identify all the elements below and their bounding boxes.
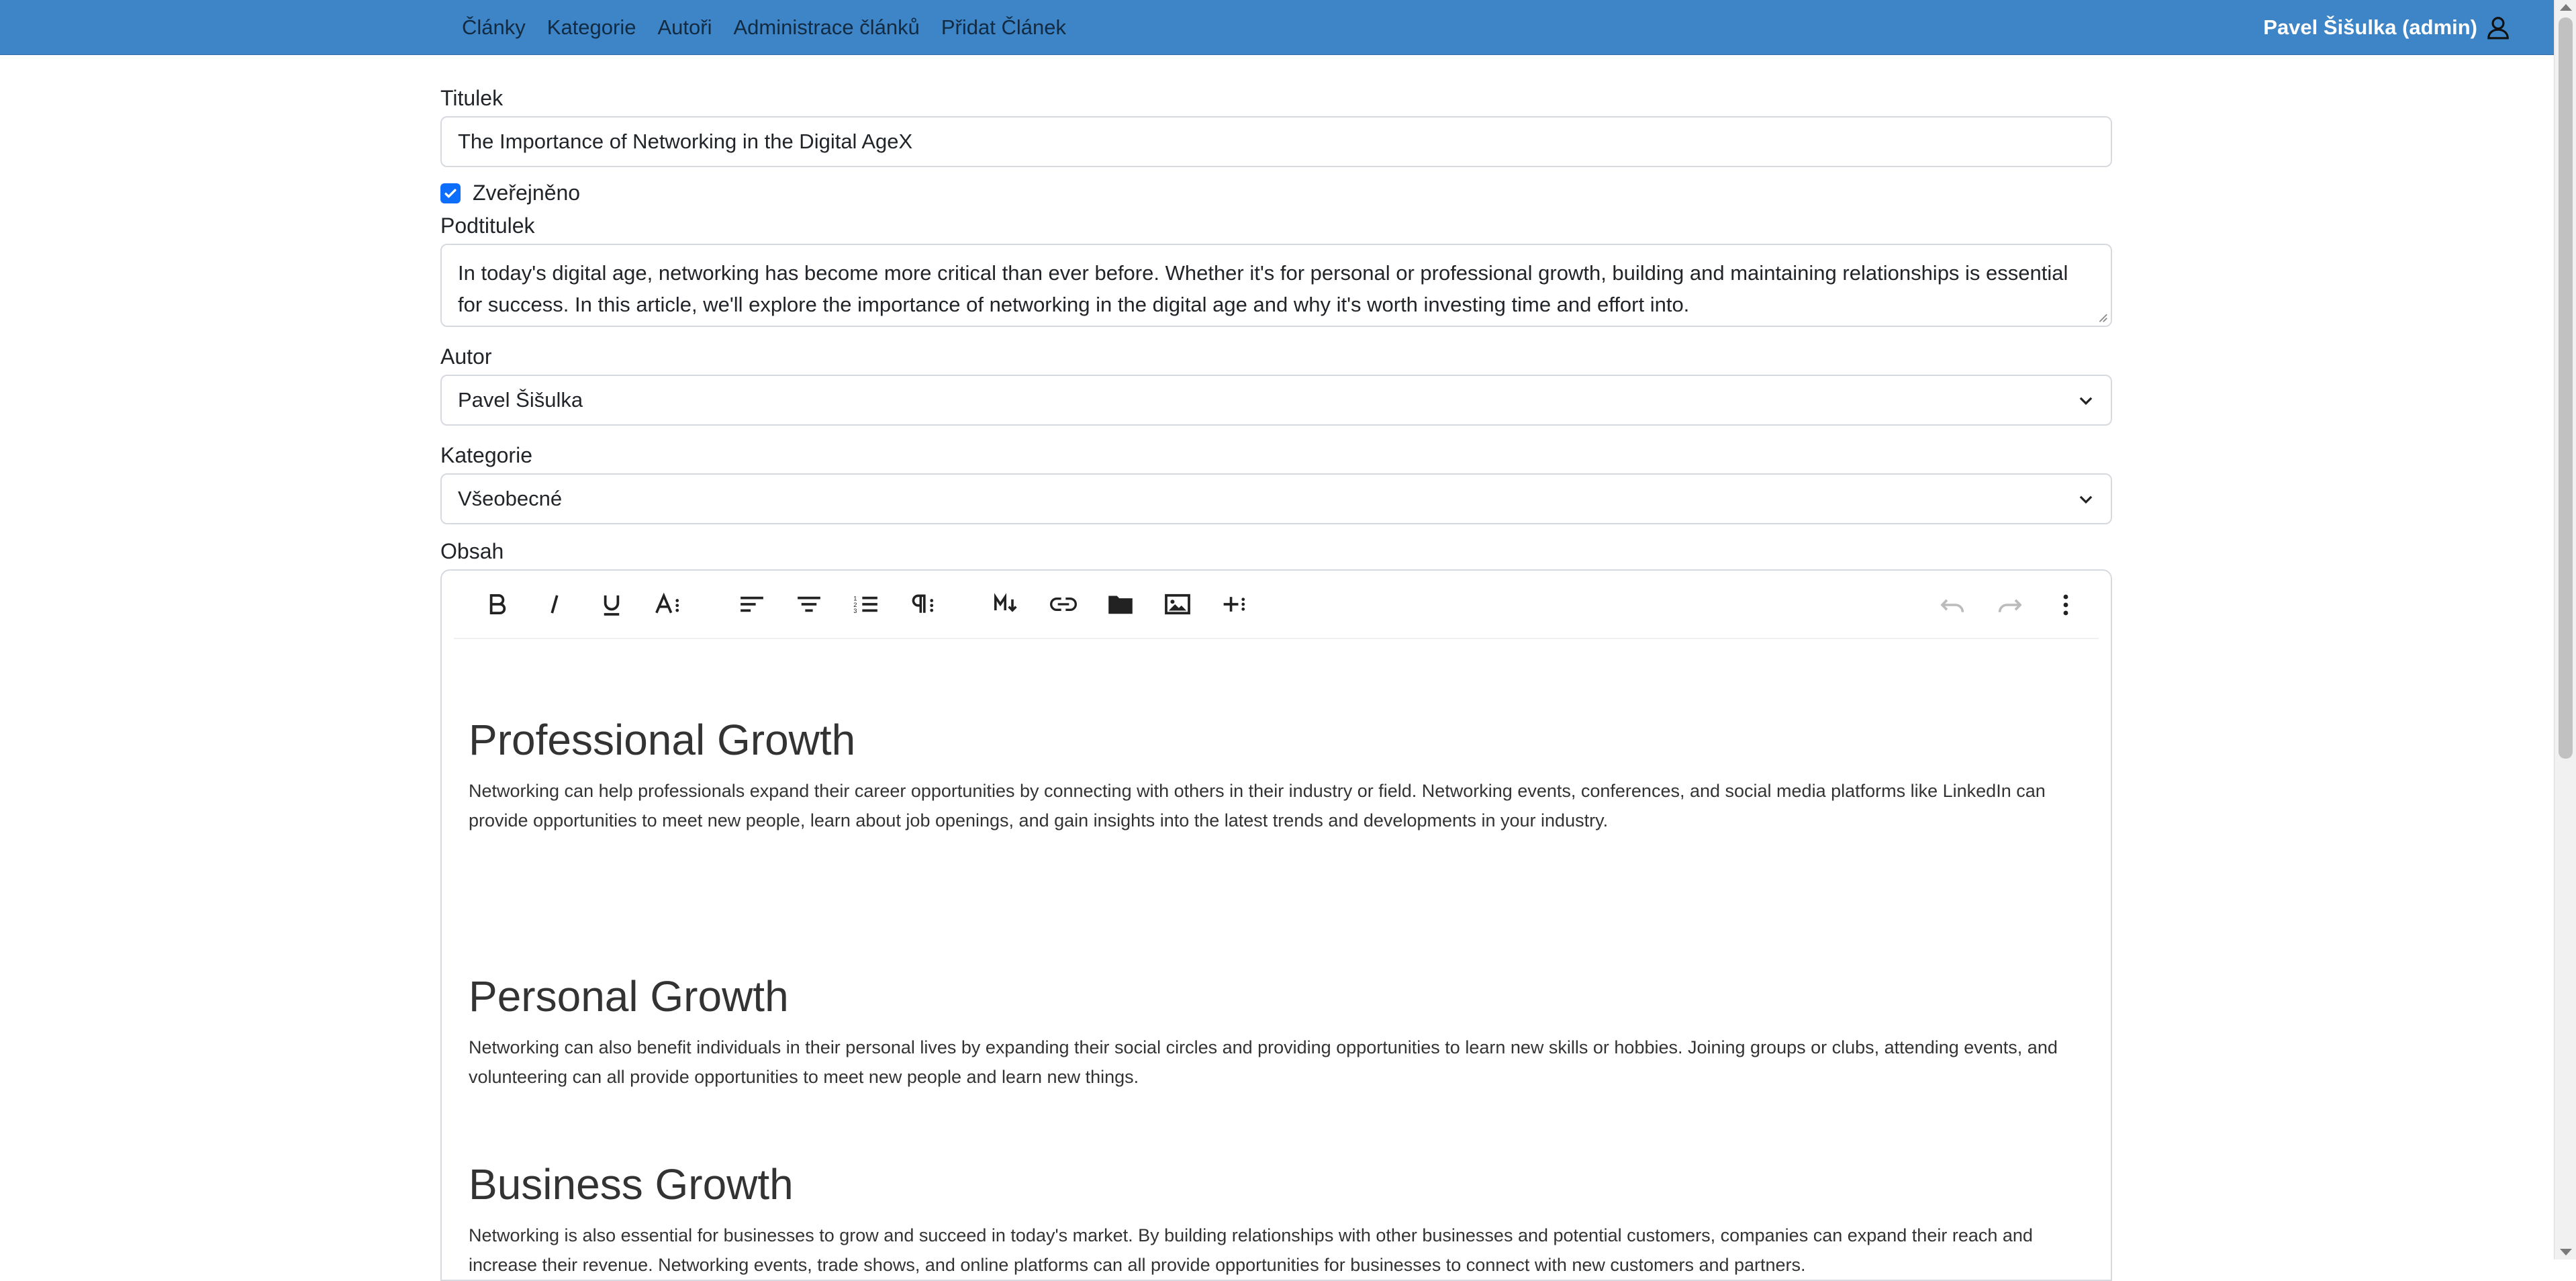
nav-link-article-admin[interactable]: Administrace článků (733, 15, 919, 40)
chevron-down-icon (2079, 495, 2093, 504)
chevron-down-icon (2079, 397, 2093, 406)
page-scrollbar[interactable] (2554, 0, 2576, 1260)
nav-link-categories[interactable]: Kategorie (547, 15, 636, 40)
italic-icon[interactable] (536, 586, 573, 622)
user-icon (2487, 16, 2509, 39)
category-select[interactable]: Všeobecné (440, 473, 2112, 524)
undo-icon[interactable] (1935, 587, 1971, 623)
nav-link-add-article[interactable]: Přidat Článek (941, 15, 1066, 40)
category-select-value: Všeobecné (458, 487, 563, 510)
align-center-icon[interactable] (791, 586, 827, 622)
scroll-down-icon[interactable] (2560, 1249, 2572, 1255)
content-label: Obsah (440, 539, 504, 563)
paragraph-icon[interactable] (905, 586, 941, 622)
author-select[interactable]: Pavel Šišulka (440, 375, 2112, 426)
user-menu[interactable]: Pavel Šišulka (admin) (2263, 0, 2511, 54)
bold-icon[interactable] (479, 586, 516, 622)
subtitle-label: Podtitulek (440, 214, 535, 238)
section-paragraph: Networking can also benefit individuals … (469, 1037, 2058, 1087)
subtitle-textarea-value: In today's digital age, networking has b… (458, 261, 2068, 316)
svg-text:3: 3 (853, 608, 857, 614)
scroll-up-icon[interactable] (2560, 4, 2572, 11)
title-input[interactable]: The Importance of Networking in the Digi… (440, 116, 2112, 167)
nav-link-authors[interactable]: Autoři (657, 15, 712, 40)
author-label: Autor (440, 344, 492, 369)
nav-links: Články Kategorie Autoři Administrace člá… (462, 0, 1088, 54)
markdown-icon[interactable] (988, 586, 1024, 622)
editor-toolbar: 123 (454, 571, 2099, 639)
user-name: Pavel Šišulka (admin) (2263, 15, 2477, 39)
title-label: Titulek (440, 86, 504, 110)
article-form: Titulek The Importance of Networking in … (440, 86, 2112, 1281)
published-row: Zveřejněno (440, 181, 2112, 205)
section-heading: Personal Growth (469, 972, 789, 1021)
align-left-icon[interactable] (734, 586, 770, 622)
editor-content[interactable]: Professional Growth Networking can help … (442, 639, 2111, 1280)
more-options-icon[interactable] (2048, 587, 2084, 623)
subtitle-textarea[interactable]: In today's digital age, networking has b… (440, 244, 2112, 327)
nav-link-articles[interactable]: Články (462, 15, 526, 40)
content-editor[interactable]: 123 Professional Growth Networking can h… (440, 569, 2112, 1281)
top-navbar: Články Kategorie Autoři Administrace člá… (0, 0, 2554, 55)
section-heading: Business Growth (469, 1160, 794, 1208)
check-icon (444, 189, 457, 197)
image-icon[interactable] (1159, 586, 1196, 622)
folder-icon[interactable] (1102, 586, 1139, 622)
underline-icon[interactable] (593, 586, 630, 622)
published-checkbox[interactable] (440, 183, 461, 203)
section-paragraph: Networking is also essential for busines… (469, 1225, 2033, 1275)
redo-icon[interactable] (1991, 587, 2028, 623)
author-select-value: Pavel Šišulka (458, 388, 583, 412)
title-input-value: The Importance of Networking in the Digi… (458, 130, 913, 153)
published-label[interactable]: Zveřejněno (473, 181, 580, 205)
scroll-thumb[interactable] (2559, 17, 2573, 759)
section-heading: Professional Growth (469, 716, 856, 764)
resize-grip-icon[interactable] (2096, 311, 2108, 323)
link-icon[interactable] (1045, 586, 1082, 622)
ordered-list-icon[interactable]: 123 (848, 586, 884, 622)
font-size-icon[interactable] (651, 586, 687, 622)
category-label: Kategorie (440, 443, 532, 467)
insert-more-icon[interactable] (1217, 586, 1253, 622)
section-paragraph: Networking can help professionals expand… (469, 781, 2046, 831)
toolbar-right (1935, 587, 2084, 623)
